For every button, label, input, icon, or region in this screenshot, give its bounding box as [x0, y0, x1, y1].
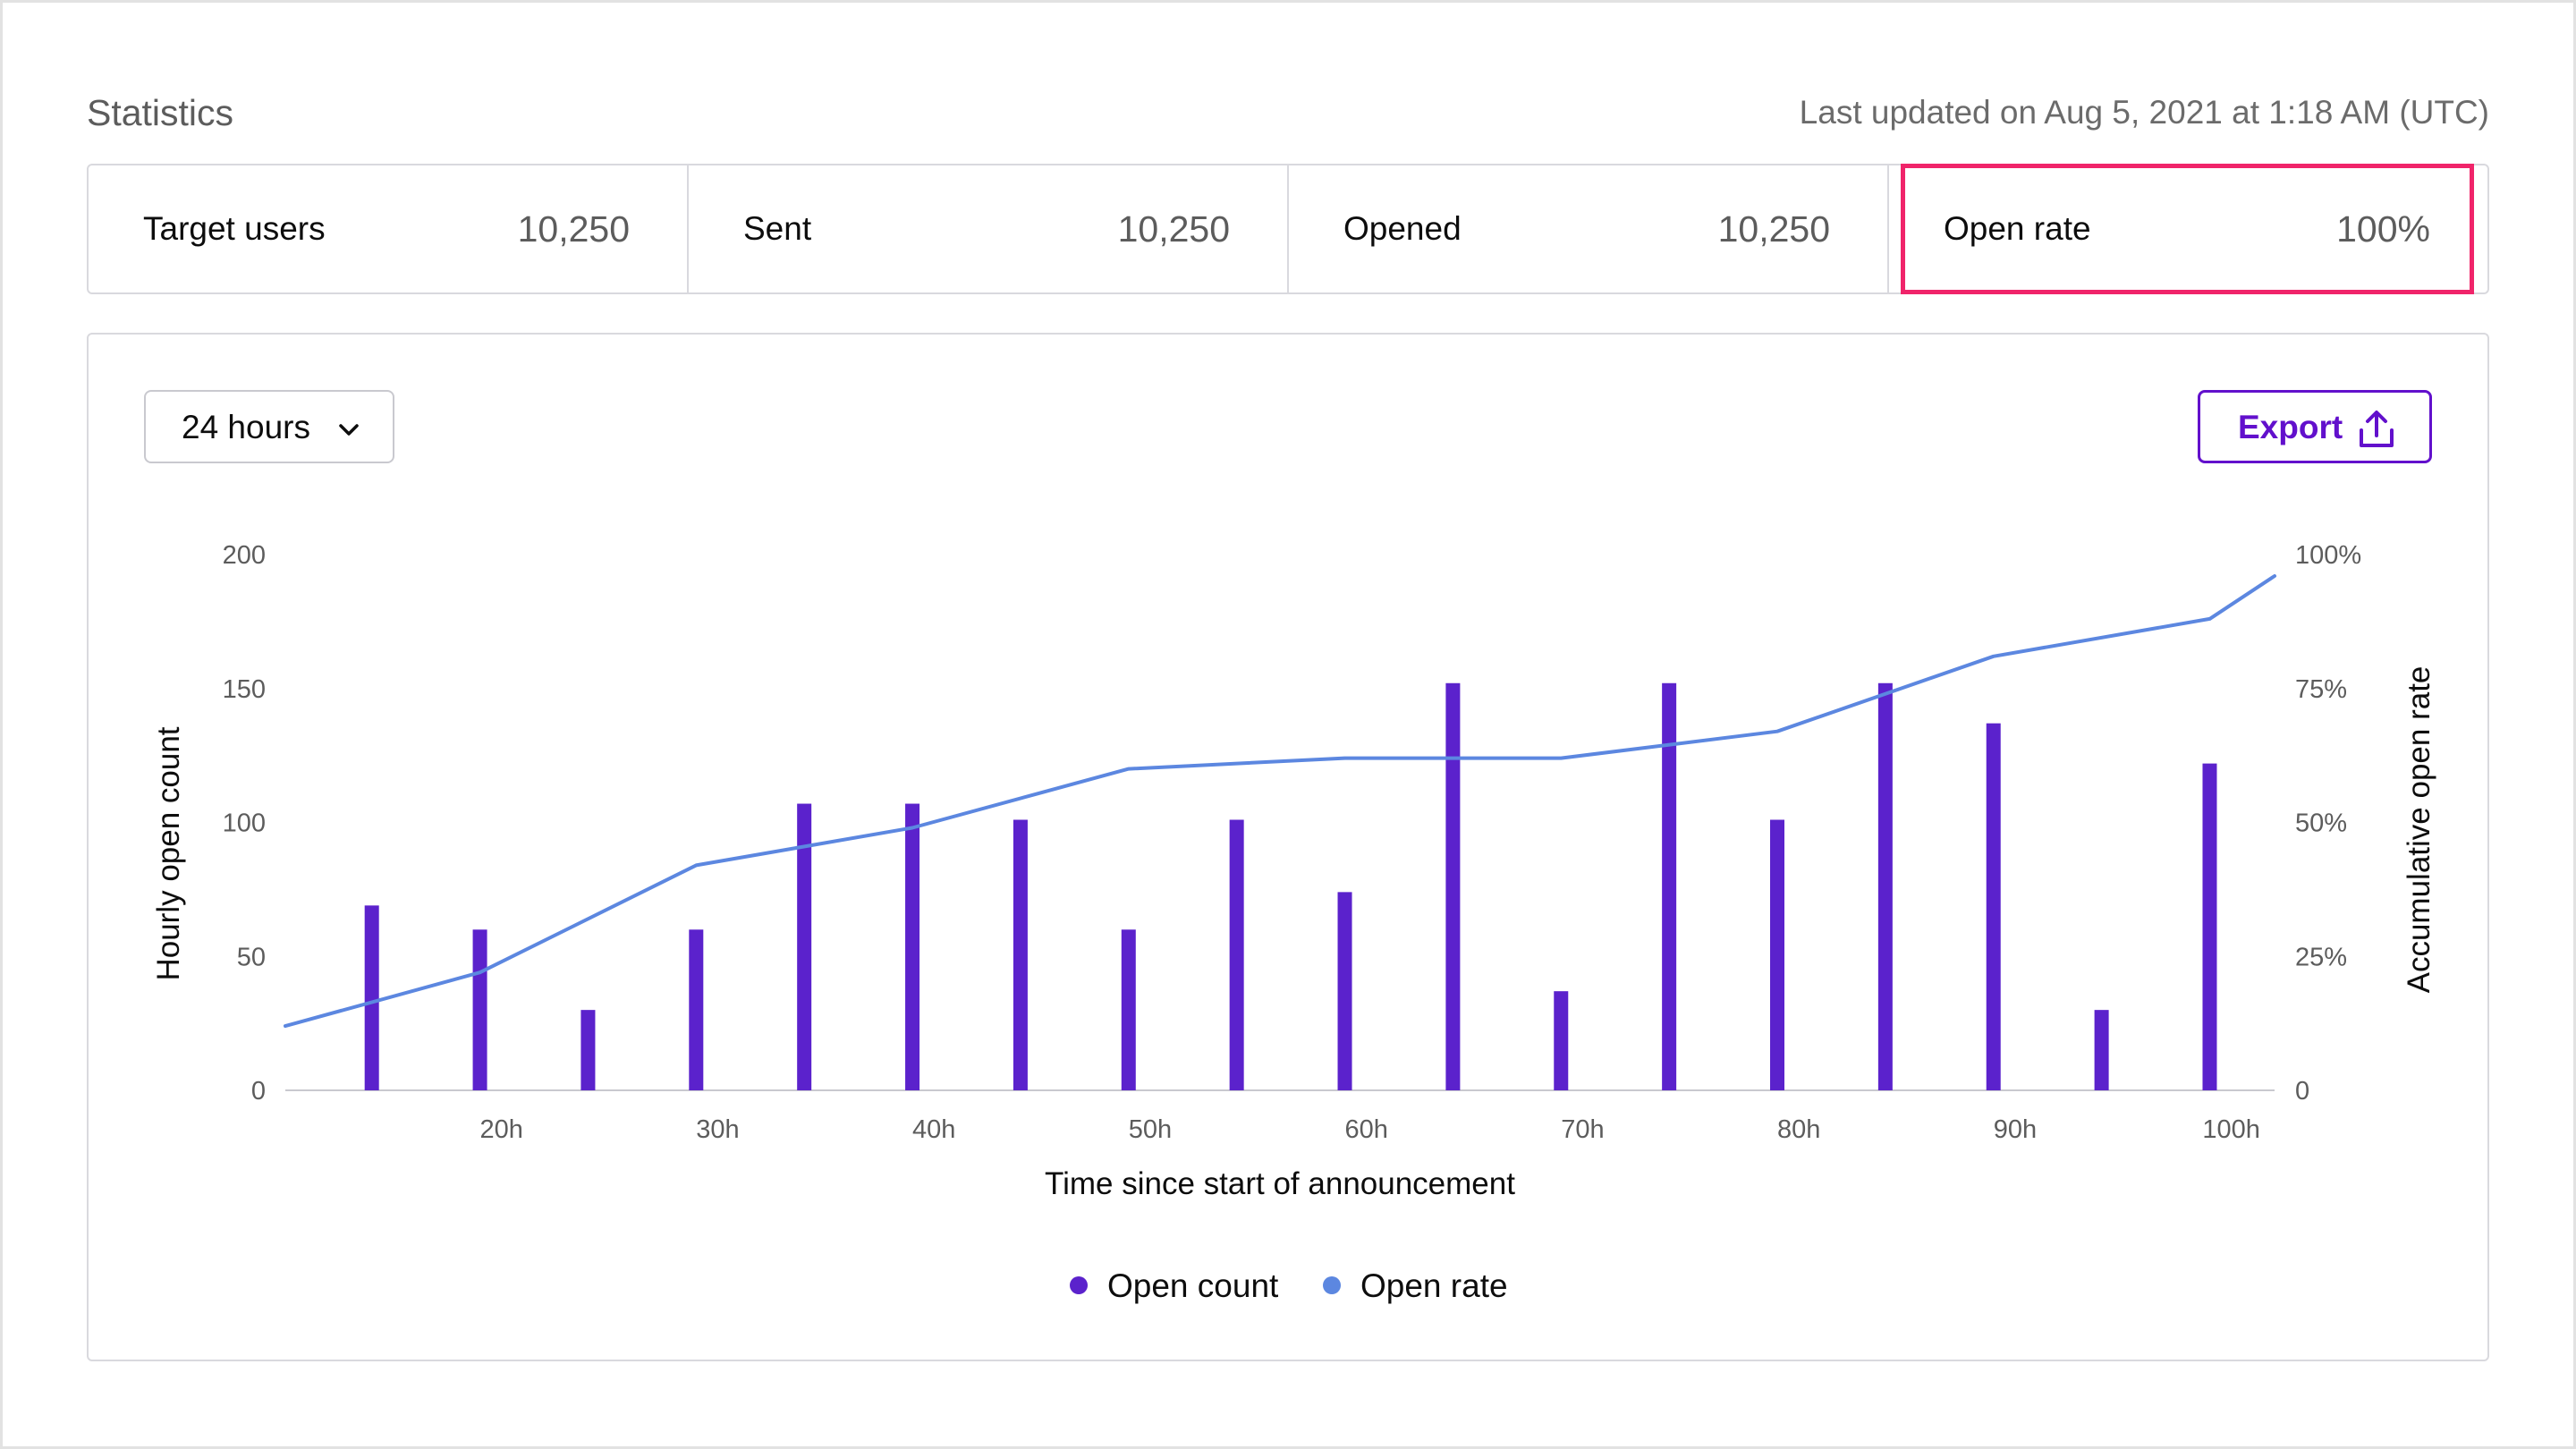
open-count-bar	[472, 929, 487, 1090]
stat-sent: Sent 10,250	[689, 165, 1289, 292]
stat-value: 10,250	[1117, 208, 1230, 250]
open-count-bar	[580, 1010, 596, 1090]
y-right-tick-label: 50%	[2295, 809, 2347, 838]
open-count-bar	[2202, 763, 2217, 1090]
open-count-bar	[1770, 819, 1784, 1090]
y-right-axis-title: Accumulative open rate	[2402, 666, 2436, 994]
open-rate-line	[284, 574, 2276, 1029]
y-right-tick-label: 75%	[2295, 675, 2347, 704]
open-count-bar	[905, 803, 920, 1090]
open-count-bar	[1986, 723, 2001, 1090]
x-axis-title: Time since start of announcement	[1045, 1166, 1515, 1201]
x-tick-label: 70h	[1561, 1115, 1604, 1144]
x-tick-label: 50h	[1129, 1115, 1172, 1144]
open-count-bar	[1554, 991, 1569, 1090]
stat-label: Target users	[143, 210, 326, 247]
open-count-bar	[689, 929, 704, 1090]
open-count-bar	[364, 905, 379, 1090]
x-tick-label: 40h	[912, 1115, 955, 1144]
y-left-tick-label: 50	[237, 943, 266, 971]
open-statistics-chart: 0 50 100 150 200 0 25% 50% 75% 100% 20h 30h 40h 50h 60…	[151, 541, 2436, 1304]
stat-open-rate: Open rate 100%	[1889, 165, 2487, 292]
y-left-axis-title: Hourly open count	[151, 726, 186, 980]
open-count-bar	[1337, 892, 1352, 1090]
open-count-bar	[1121, 929, 1136, 1090]
y-right-tick-label: 0	[2295, 1077, 2309, 1106]
stat-label: Open rate	[1944, 210, 2091, 247]
stat-value: 10,250	[517, 208, 630, 250]
stat-opened: Opened 10,250	[1289, 165, 1889, 292]
stat-value: 10,250	[1717, 208, 1830, 250]
stat-label: Sent	[743, 210, 812, 247]
page-title: Statistics	[87, 92, 234, 133]
legend-open-count-label: Open count	[1107, 1267, 1279, 1304]
x-tick-label: 60h	[1345, 1115, 1388, 1144]
legend-open-count-marker	[1070, 1276, 1088, 1294]
y-left-tick-label: 200	[223, 541, 266, 570]
x-tick-label: 80h	[1777, 1115, 1820, 1144]
last-updated-text: Last updated on Aug 5, 2021 at 1:18 AM (…	[1799, 94, 2489, 131]
y-right-tick-label: 25%	[2295, 943, 2347, 971]
chart-card: 24 hours Export 0 50 100 150 200 0 25% 50% 75% 10…	[87, 333, 2489, 1361]
x-tick-label: 30h	[696, 1115, 739, 1144]
stat-target-users: Target users 10,250	[89, 165, 689, 292]
open-count-bar	[1229, 819, 1244, 1090]
x-tick-label: 90h	[1994, 1115, 2037, 1144]
stats-summary-card: Target users 10,250 Sent 10,250 Opened 1…	[87, 164, 2489, 294]
x-tick-label: 20h	[480, 1115, 523, 1144]
legend-open-rate-marker	[1323, 1276, 1341, 1294]
open-count-bar	[1445, 682, 1461, 1090]
stat-value: 100%	[2336, 208, 2430, 250]
open-count-bar	[1877, 682, 1893, 1090]
y-left-tick-label: 100	[223, 809, 266, 838]
y-left-tick-label: 150	[223, 675, 266, 704]
stat-label: Opened	[1343, 210, 1462, 247]
legend-open-rate-label: Open rate	[1360, 1267, 1508, 1304]
open-count-bar	[2094, 1010, 2109, 1090]
y-left-tick-label: 0	[251, 1077, 266, 1106]
open-count-bar	[1013, 819, 1028, 1090]
x-tick-label: 100h	[2202, 1115, 2260, 1144]
y-right-tick-label: 100%	[2295, 541, 2361, 570]
